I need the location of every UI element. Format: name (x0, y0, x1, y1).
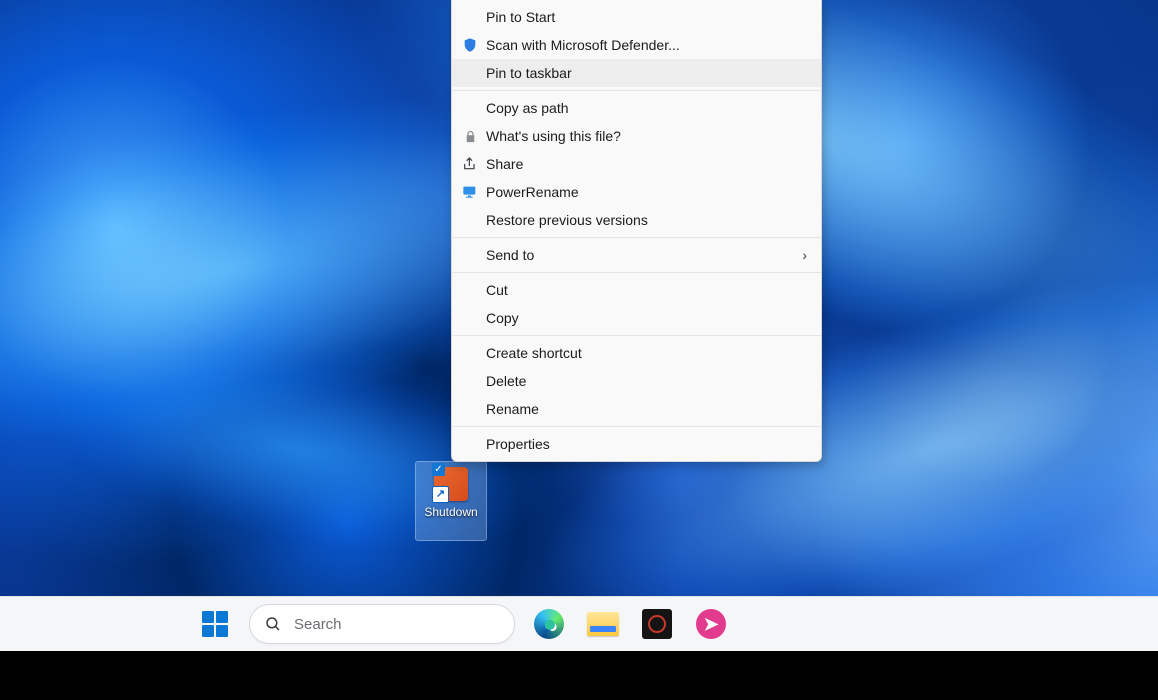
menu-item-scan-defender[interactable]: Scan with Microsoft Defender... (452, 31, 821, 59)
chevron-right-icon: › (802, 247, 807, 263)
menu-item-label: Pin to taskbar (482, 65, 807, 81)
menu-item-label: Copy (482, 310, 807, 326)
menu-item-powerrename[interactable]: PowerRename (452, 178, 821, 206)
folder-icon (587, 612, 619, 636)
menu-item-cut[interactable]: Cut (452, 276, 821, 304)
menu-item-label: Create shortcut (482, 345, 807, 361)
desktop-icon-label: Shutdown (424, 505, 477, 519)
search-icon (264, 615, 282, 633)
menu-item-whats-using[interactable]: What's using this file? (452, 122, 821, 150)
menu-item-copy[interactable]: Copy (452, 304, 821, 332)
menu-item-label: Properties (482, 436, 807, 452)
menu-item-label: Delete (482, 373, 807, 389)
taskbar-app-lips[interactable]: ➤ (691, 604, 731, 644)
monitor-icon (458, 184, 482, 200)
menu-item-label: Pin to Start (482, 9, 807, 25)
context-menu: Pin to Start Scan with Microsoft Defender… (451, 0, 822, 462)
menu-item-share[interactable]: Share (452, 150, 821, 178)
shield-icon (458, 37, 482, 53)
menu-item-label: PowerRename (482, 184, 807, 200)
lips-icon: ➤ (696, 609, 726, 639)
desktop-icon-shutdown[interactable]: Shutdown (416, 462, 486, 540)
windows-logo-icon (202, 611, 228, 637)
menu-item-label: Cut (482, 282, 807, 298)
taskbar-app-edge[interactable] (529, 604, 569, 644)
menu-item-label: Share (482, 156, 807, 172)
lock-icon (458, 129, 482, 144)
taskbar-app-dark[interactable] (637, 604, 677, 644)
menu-item-label: What's using this file? (482, 128, 807, 144)
menu-item-properties[interactable]: Properties (452, 430, 821, 458)
taskbar-search[interactable] (249, 604, 515, 644)
ring-icon (642, 609, 672, 639)
menu-item-create-shortcut[interactable]: Create shortcut (452, 339, 821, 367)
edge-icon (534, 609, 564, 639)
shutdown-shortcut-icon (434, 467, 468, 501)
start-button[interactable] (195, 604, 235, 644)
menu-item-label: Scan with Microsoft Defender... (482, 37, 807, 53)
menu-item-pin-taskbar[interactable]: Pin to taskbar (452, 59, 821, 87)
menu-item-pin-start[interactable]: Pin to Start (452, 3, 821, 31)
menu-item-label: Restore previous versions (482, 212, 807, 228)
menu-item-label: Rename (482, 401, 807, 417)
menu-item-restore-versions[interactable]: Restore previous versions (452, 206, 821, 234)
menu-item-delete[interactable]: Delete (452, 367, 821, 395)
menu-item-label: Copy as path (482, 100, 807, 116)
menu-item-label: Send to (482, 247, 802, 263)
menu-item-send-to[interactable]: Send to› (452, 241, 821, 269)
search-input[interactable] (292, 615, 500, 634)
share-icon (458, 156, 482, 172)
taskbar-app-explorer[interactable] (583, 604, 623, 644)
taskbar: ➤ (0, 596, 1158, 651)
menu-item-copy-as-path[interactable]: Copy as path (452, 94, 821, 122)
menu-item-rename[interactable]: Rename (452, 395, 821, 423)
